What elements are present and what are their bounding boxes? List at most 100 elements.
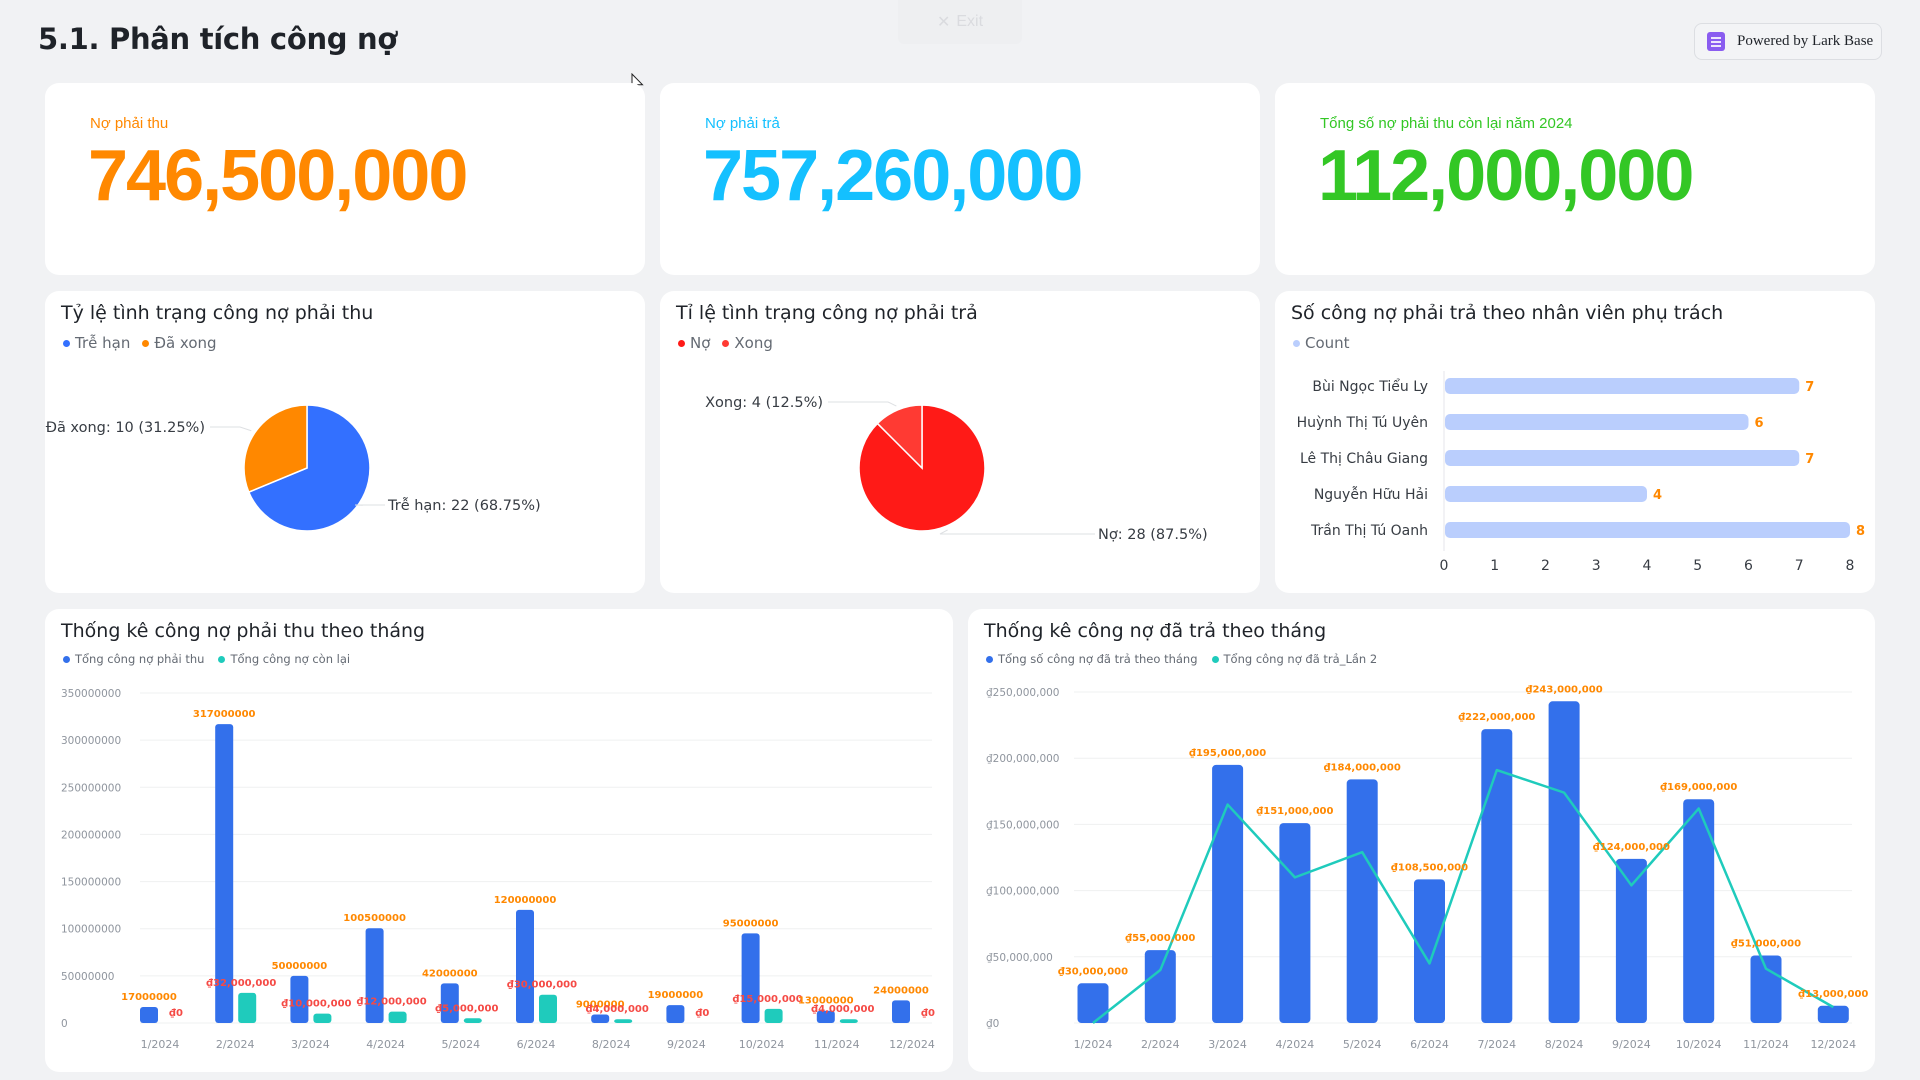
exit-button[interactable]: ✕ Exit: [898, 0, 1022, 44]
data-label: ₫32,000,000: [206, 978, 276, 989]
data-label: 8: [1856, 524, 1865, 539]
data-label: ₫55,000,000: [1125, 933, 1195, 944]
y-tick-label: 150000000: [61, 877, 121, 889]
bar-total-receivable: [140, 1006, 158, 1023]
x-tick-label: 10/2024: [739, 1038, 785, 1051]
kpi-card-payable: Nợ phải trả 757,260,000: [660, 83, 1260, 275]
bar-remaining: [614, 1019, 633, 1023]
x-tick-label: 6/2024: [1410, 1038, 1449, 1051]
data-label: 100500000: [343, 913, 406, 924]
pie-slice-label: Xong: 4 (12.5%): [705, 395, 823, 411]
data-label: 6: [1755, 416, 1764, 431]
y-tick-label: ₫50,000,000: [986, 952, 1053, 964]
kpi-card-remaining-2024: Tổng số nợ phải thu còn lại năm 2024 112…: [1275, 83, 1875, 275]
pie-chart: Nợ: 28 (87.5%) Xong: 4 (12.5%): [705, 395, 1208, 543]
data-label: ₫195,000,000: [1189, 748, 1266, 759]
y-tick-label: ₫100,000,000: [986, 886, 1059, 898]
bar-paid-monthly: [1414, 879, 1445, 1023]
x-tick-label: 9/2024: [1612, 1038, 1651, 1051]
data-label: 42000000: [422, 968, 478, 979]
data-label: ₫30,000,000: [507, 980, 577, 991]
x-tick-label: 9/2024: [667, 1038, 706, 1051]
data-label: 50000000: [272, 961, 328, 972]
data-label: ₫13,000,000: [1798, 989, 1868, 1000]
kpi-value: 746,500,000: [88, 136, 468, 216]
y-tick-label: 350000000: [61, 688, 121, 700]
data-label: ₫222,000,000: [1458, 712, 1535, 723]
bar-total-receivable: [591, 1014, 610, 1023]
bar-line-combo-chart: ₫0 ₫50,000,000 ₫100,000,000 ₫150,000,000 ₫20…: [986, 684, 1868, 1051]
y-tick-label: Bùi Ngọc Tiểu Ly: [1312, 378, 1428, 395]
pie-label-leader: [210, 426, 252, 432]
data-label: 17000000: [121, 992, 177, 1003]
y-tick-label: 100000000: [61, 924, 121, 936]
bar-total-receivable: [516, 909, 534, 1023]
bar-paid-monthly: [1144, 950, 1176, 1023]
y-tick-label: Nguyễn Hữu Hải: [1314, 486, 1428, 503]
y-tick-label: Huỳnh Thị Tú Uyên: [1297, 415, 1428, 431]
x-tick-label: 10/2024: [1676, 1038, 1722, 1051]
x-tick-label: 6: [1744, 558, 1753, 574]
x-tick-label: 2: [1541, 558, 1550, 574]
grouped-bar-chart: 0 50000000 100000000 150000000 200000000 2500…: [61, 688, 935, 1051]
bar-paid-monthly: [1817, 1005, 1849, 1023]
data-label: ₫51,000,000: [1731, 938, 1801, 949]
data-label: ₫30,000,000: [1058, 966, 1128, 977]
chart-card-payable-status: Tỉ lệ tình trạng công nợ phải trả Nợ Xon…: [660, 291, 1260, 593]
bar: [1445, 450, 1800, 466]
kpi-label: Nợ phải trả: [705, 115, 780, 132]
data-label: 120000000: [494, 895, 557, 906]
bar-total-receivable: [741, 933, 760, 1023]
x-tick-label: 8/2024: [1545, 1038, 1584, 1051]
x-tick-label: 5/2024: [1343, 1038, 1382, 1051]
x-tick-label: 3/2024: [291, 1038, 330, 1051]
pie-label-leader: [939, 529, 1095, 535]
powered-by-badge[interactable]: Powered by Lark Base: [1694, 23, 1882, 60]
lark-base-logo-icon: [1707, 32, 1725, 51]
x-tick-label: 4/2024: [366, 1038, 405, 1051]
close-icon: ✕: [936, 14, 951, 31]
bar-paid-monthly: [1346, 779, 1378, 1023]
data-label: ₫5,000,000: [435, 1003, 498, 1014]
x-tick-label: 2/2024: [216, 1038, 255, 1051]
x-tick-label: 12/2024: [889, 1038, 935, 1051]
bar-paid-monthly: [1548, 701, 1580, 1023]
data-label: ₫108,500,000: [1391, 862, 1468, 873]
x-tick-label: 12/2024: [1810, 1038, 1856, 1051]
pie-slice-label: Nợ: 28 (87.5%): [1098, 527, 1208, 543]
kpi-value: 757,260,000: [703, 136, 1083, 216]
bar-remaining: [839, 1019, 858, 1023]
x-tick-label: 3/2024: [1208, 1038, 1247, 1051]
x-tick-label: 4: [1643, 558, 1652, 574]
data-label: ₫0: [169, 1008, 183, 1019]
data-label: ₫0: [921, 1008, 935, 1019]
pie-slice-label: Trễ hạn: 22 (68.75%): [387, 497, 541, 514]
pie-label-leader: [828, 401, 897, 407]
x-tick-label: 8/2024: [592, 1038, 631, 1051]
bar: [1445, 522, 1850, 538]
bar-remaining: [463, 1018, 482, 1023]
bar-paid-monthly: [1077, 983, 1109, 1023]
x-tick-label: 2/2024: [1141, 1038, 1180, 1051]
x-tick-label: 7/2024: [1477, 1038, 1516, 1051]
chart-card-payable-by-staff: Số công nợ phải trả theo nhân viên phụ t…: [1275, 291, 1875, 593]
x-tick-label: 0: [1440, 558, 1449, 574]
kpi-label: Nợ phải thu: [90, 115, 169, 132]
x-tick-label: 6/2024: [517, 1038, 556, 1051]
chart-card-receivable-status: Tỷ lệ tình trạng công nợ phải thu Trễ hạ…: [45, 291, 645, 593]
x-tick-label: 5/2024: [441, 1038, 480, 1051]
pie-slice-label: Đã xong: 10 (31.25%): [46, 420, 205, 436]
page-title: 5.1. Phân tích công nợ: [38, 22, 398, 56]
y-tick-label: 0: [61, 1018, 68, 1030]
x-tick-label: 1/2024: [1074, 1038, 1113, 1051]
y-tick-label: 300000000: [61, 735, 121, 747]
data-label: ₫4,000,000: [811, 1004, 874, 1015]
x-tick-label: 8: [1846, 558, 1855, 574]
x-tick-label: 11/2024: [1743, 1038, 1789, 1051]
y-tick-label: Lê Thị Châu Giang: [1300, 451, 1428, 467]
bar-remaining: [238, 992, 257, 1023]
bar-paid-monthly: [1279, 823, 1311, 1023]
data-label: 7: [1805, 380, 1814, 395]
x-tick-label: 1: [1490, 558, 1499, 574]
data-label: ₫184,000,000: [1324, 762, 1401, 773]
